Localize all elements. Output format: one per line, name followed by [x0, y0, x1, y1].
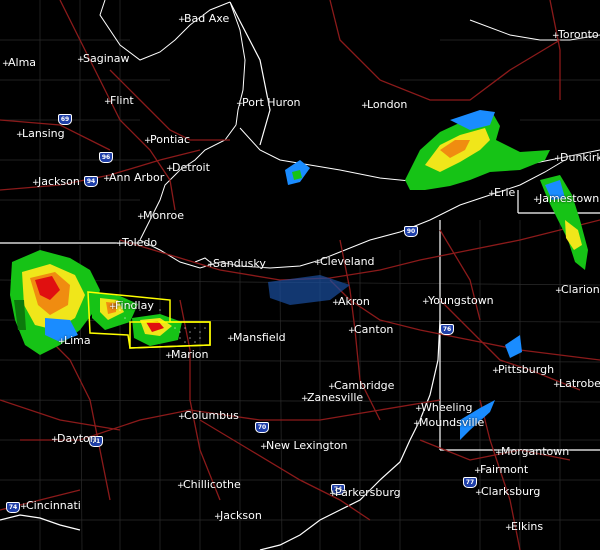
city-label-toledo: +Toledo: [116, 236, 158, 250]
interstate-shield: 90: [404, 226, 418, 237]
city-label-dayton: +Dayton: [51, 432, 97, 446]
city-label-morgantown: +Morgantown: [495, 445, 570, 459]
city-label-erie: +Erie: [488, 186, 516, 200]
radar-echoes: [10, 110, 588, 440]
city-label-cleveland: +Cleveland: [314, 255, 375, 269]
city-label-jackson-mi: +Jackson: [32, 175, 80, 189]
city-label-sandusky: +Sandusky: [207, 257, 266, 271]
city-label-monroe: +Monroe: [137, 209, 184, 223]
city-label-lima: +Lima: [58, 334, 91, 348]
city-label-jamestown: +Jamestown: [533, 192, 600, 206]
city-label-moundsville: +Moundsville: [413, 416, 485, 430]
city-label-akron: +Akron: [332, 295, 370, 309]
city-label-clarion: +Clarion: [555, 283, 600, 297]
interstate-shield: 74: [6, 502, 20, 513]
city-label-youngstown: +Youngstown: [422, 294, 494, 308]
city-label-chillicothe: +Chillicothe: [177, 478, 241, 492]
city-label-dunkirk: +Dunkirk: [554, 151, 600, 165]
city-label-detroit: +Detroit: [166, 161, 210, 175]
interstate-shield: 96: [99, 152, 113, 163]
city-label-alma: +Alma: [2, 56, 37, 70]
city-label-port-huron: +Port Huron: [236, 96, 301, 110]
city-label-bad-axe: +Bad Axe: [178, 12, 230, 26]
city-label-cambridge: +Cambridge: [328, 379, 395, 393]
city-label-clarksburg: +Clarksburg: [475, 485, 541, 499]
city-label-wheeling: +Wheeling: [415, 401, 473, 415]
city-label-findlay: +Findlay: [109, 299, 154, 313]
city-label-parkersburg: +Parkersburg: [329, 486, 401, 500]
city-label-latrobe: +Latrobe: [553, 377, 600, 391]
interstate-shield: 69: [58, 114, 72, 125]
city-label-london: +London: [361, 98, 408, 112]
city-label-ann-arbor: +Ann Arbor: [103, 171, 165, 185]
city-label-mansfield: +Mansfield: [227, 331, 286, 345]
city-label-columbus: +Columbus: [178, 409, 239, 423]
city-label-lansing: +Lansing: [16, 127, 65, 141]
city-label-saginaw: +Saginaw: [77, 52, 130, 66]
interstate-shield: 70: [255, 422, 269, 433]
city-label-fairmont: +Fairmont: [474, 463, 529, 477]
city-label-pontiac: +Pontiac: [144, 133, 191, 147]
city-label-canton: +Canton: [348, 323, 394, 337]
city-label-jackson-oh: +Jackson: [214, 509, 262, 523]
city-label-zanesville: +Zanesville: [301, 391, 364, 405]
city-label-marion: +Marion: [165, 348, 209, 362]
city-label-new-lexington: +New Lexington: [260, 439, 348, 453]
city-label-cincinnati: +Cincinnati: [20, 499, 81, 513]
interstate-shield: 94: [84, 176, 98, 187]
city-label-toronto: +Toronto: [552, 28, 599, 42]
city-label-flint: +Flint: [104, 94, 134, 108]
interstate-shield: 76: [440, 324, 454, 335]
radar-map: 69 96 94 90 76 70 71 77 74 74 +Bad Axe +…: [0, 0, 600, 550]
city-label-pittsburgh: +Pittsburgh: [492, 363, 555, 377]
city-label-elkins: +Elkins: [505, 520, 544, 534]
